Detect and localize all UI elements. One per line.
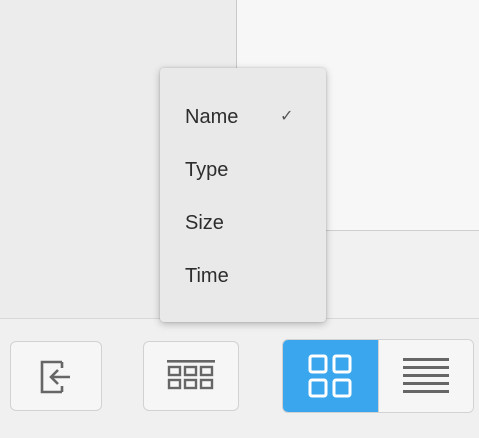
sort-by-type-item[interactable]: Type [160,147,326,200]
view-mode-toggle [282,339,474,413]
exit-icon [40,360,70,394]
exit-button[interactable] [10,341,102,411]
list-view-button[interactable] [377,340,473,412]
grid-view-button[interactable] [283,340,378,412]
sort-by-name-label: Name [185,106,239,128]
sort-by-time-item[interactable]: Time [160,253,326,306]
sort-menu: Name ✓ Type Size Time [160,68,326,322]
list-view-icon [402,358,449,393]
screen: Name ✓ Type Size Time [0,0,479,438]
checkmark-icon: ✓ [280,108,294,125]
sort-by-size-item[interactable]: Size [160,200,326,253]
sort-by-name-item[interactable]: Name ✓ [160,94,326,147]
sort-by-time-label: Time [185,265,229,287]
sort-by-size-label: Size [185,212,224,234]
grid-view-icon [308,354,352,398]
columns-button[interactable] [143,341,239,411]
sort-by-type-label: Type [185,159,229,181]
bottom-toolbar [0,318,479,438]
columns-grid-icon [167,360,215,390]
